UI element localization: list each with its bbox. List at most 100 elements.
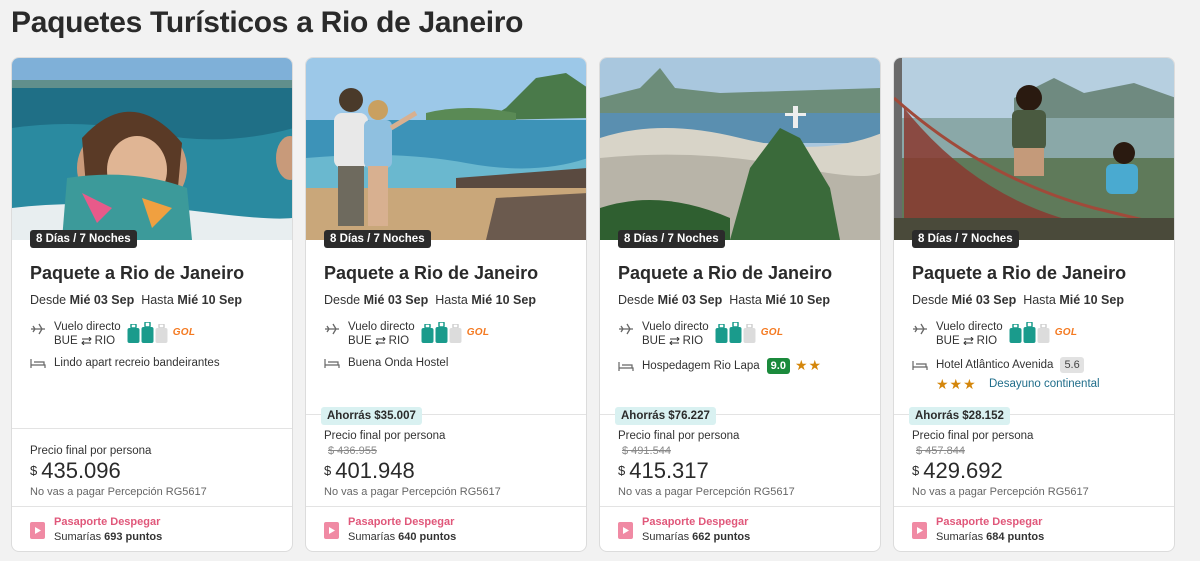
package-card[interactable]: 8 Días / 7 Noches Paquete a Rio de Janei… <box>599 57 881 552</box>
passport-points: Pasaporte Despegar Sumarías 640 puntos <box>324 515 456 545</box>
bag-icon <box>449 324 462 343</box>
hasta-label: Hasta <box>729 293 762 307</box>
round-trip-arrows-icon <box>668 337 680 345</box>
round-trip-arrows-icon <box>962 337 974 345</box>
flight-info: Vuelo directo BUE RIO GOL <box>30 320 195 348</box>
bag-icon <box>127 324 140 343</box>
baggage-icons <box>127 322 168 343</box>
final-price: $415.317 <box>618 458 709 484</box>
package-photo <box>894 58 1174 240</box>
desde-label: Desde <box>30 293 67 307</box>
bed-icon <box>912 361 928 370</box>
points-value: 693 puntos <box>104 531 163 543</box>
page-title: Paquetes Turísticos a Rio de Janeiro <box>11 6 524 39</box>
package-title[interactable]: Paquete a Rio de Janeiro <box>30 263 244 284</box>
price-value: 401.948 <box>335 458 415 483</box>
hotel-info: Hospedagem Rio Lapa 9.0 ★★ <box>618 357 822 374</box>
hasta-date: Mié 10 Sep <box>1059 293 1124 307</box>
package-card[interactable]: 8 Días / 7 Noches Paquete a Rio de Janei… <box>893 57 1175 552</box>
flight-info: Vuelo directo BUE RIO GOL <box>324 320 489 348</box>
bag-icon <box>435 322 448 343</box>
package-photo <box>600 58 880 240</box>
price-value: 429.692 <box>923 458 1003 483</box>
savings-badge: Ahorrás $76.227 <box>615 407 716 425</box>
nights-badge: 8 Días / 7 Noches <box>618 230 725 248</box>
hasta-date: Mié 10 Sep <box>765 293 830 307</box>
hotel-name: Hospedagem Rio Lapa <box>642 359 760 372</box>
flight-info: Vuelo directo BUE RIO GOL <box>618 320 783 348</box>
hasta-label: Hasta <box>435 293 468 307</box>
savings-badge: Ahorrás $28.152 <box>909 407 1010 425</box>
passport-title: Pasaporte Despegar <box>54 516 161 528</box>
package-card[interactable]: 8 Días / 7 Noches Paquete a Rio de Janei… <box>11 57 293 552</box>
hotel-name: Buena Onda Hostel <box>348 357 449 369</box>
passport-points: Pasaporte Despegar Sumarías 693 puntos <box>30 515 162 545</box>
price-value: 435.096 <box>41 458 121 483</box>
points-prefix: Sumarías <box>348 531 396 543</box>
baggage-icons <box>715 322 756 343</box>
price-value: 415.317 <box>629 458 709 483</box>
package-photo <box>306 58 586 240</box>
package-title[interactable]: Paquete a Rio de Janeiro <box>912 263 1126 284</box>
origin-code: BUE <box>642 335 666 347</box>
plane-icon <box>619 323 633 335</box>
desde-date: Mié 03 Sep <box>657 293 723 307</box>
package-photo <box>12 58 292 240</box>
bed-icon <box>30 359 46 368</box>
destination-code: RIO <box>388 335 410 347</box>
hasta-date: Mié 10 Sep <box>471 293 536 307</box>
travel-dates: Desde Mié 03 Sep Hasta Mié 10 Sep <box>618 293 830 307</box>
bag-icon <box>155 324 168 343</box>
currency-symbol: $ <box>618 463 626 478</box>
hotel-rating: 5.6 <box>1060 357 1084 373</box>
bag-icon <box>743 324 756 343</box>
package-title[interactable]: Paquete a Rio de Janeiro <box>324 263 538 284</box>
divider <box>12 428 292 429</box>
original-price: $ 491.544 <box>622 445 671 457</box>
package-card[interactable]: 8 Días / 7 Noches Paquete a Rio de Janei… <box>305 57 587 552</box>
points-prefix: Sumarías <box>936 531 984 543</box>
hotel-info: Hotel Atlântico Avenida 5.6 <box>912 357 1084 373</box>
passport-icon <box>324 521 339 539</box>
perception-note: No vas a pagar Percepción RG5617 <box>324 486 501 498</box>
currency-symbol: $ <box>30 463 38 478</box>
hotel-info: Buena Onda Hostel <box>324 357 448 369</box>
desde-date: Mié 03 Sep <box>951 293 1017 307</box>
points-value: 684 puntos <box>986 531 1045 543</box>
origin-code: BUE <box>54 335 78 347</box>
flight-route: BUE RIO <box>54 334 121 348</box>
currency-symbol: $ <box>912 463 920 478</box>
flight-info: Vuelo directo BUE RIO GOL <box>912 320 1077 348</box>
final-price: $435.096 <box>30 458 121 484</box>
bag-icon <box>1009 324 1022 343</box>
travel-dates: Desde Mié 03 Sep Hasta Mié 10 Sep <box>324 293 536 307</box>
hotel-info: Lindo apart recreio bandeirantes <box>30 357 220 369</box>
currency-symbol: $ <box>324 463 332 478</box>
points-value: 662 puntos <box>692 531 751 543</box>
points-prefix: Sumarías <box>54 531 102 543</box>
round-trip-arrows-icon <box>374 337 386 345</box>
divider <box>12 506 292 507</box>
perception-note: No vas a pagar Percepción RG5617 <box>30 486 207 498</box>
package-title[interactable]: Paquete a Rio de Janeiro <box>618 263 832 284</box>
hasta-date: Mié 10 Sep <box>177 293 242 307</box>
price-label: Precio final por persona <box>30 445 152 457</box>
airline-logo: GOL <box>1054 327 1078 338</box>
points-prefix: Sumarías <box>642 531 690 543</box>
nights-badge: 8 Días / 7 Noches <box>324 230 431 248</box>
airline-logo: GOL <box>466 327 490 338</box>
desde-label: Desde <box>324 293 361 307</box>
hotel-name: Hotel Atlântico Avenida <box>936 359 1054 371</box>
original-price: $ 436.955 <box>328 445 377 457</box>
desde-date: Mié 03 Sep <box>363 293 429 307</box>
origin-code: BUE <box>936 335 960 347</box>
nights-badge: 8 Días / 7 Noches <box>30 230 137 248</box>
divider <box>894 506 1174 507</box>
final-price: $401.948 <box>324 458 415 484</box>
round-trip-arrows-icon <box>80 337 92 345</box>
perception-note: No vas a pagar Percepción RG5617 <box>912 486 1089 498</box>
bag-icon <box>421 324 434 343</box>
passport-title: Pasaporte Despegar <box>348 516 455 528</box>
baggage-icons <box>421 322 462 343</box>
travel-dates: Desde Mié 03 Sep Hasta Mié 10 Sep <box>30 293 242 307</box>
